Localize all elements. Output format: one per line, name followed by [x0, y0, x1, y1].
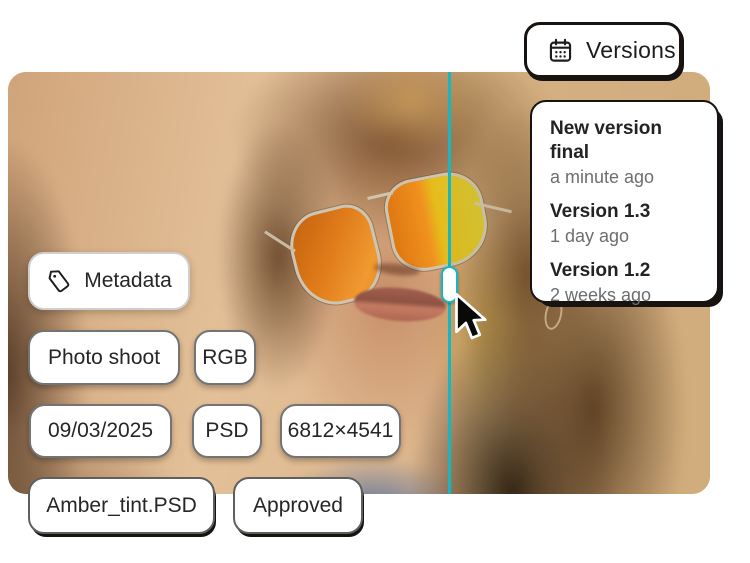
tag-icon — [46, 268, 72, 294]
version-title: Version 1.2 — [550, 259, 705, 283]
pill-dimensions[interactable]: 6812×4541 — [280, 404, 401, 458]
metadata-button-label: Metadata — [84, 269, 172, 293]
versions-button[interactable]: Versions — [524, 22, 682, 78]
pill-photo-shoot[interactable]: Photo shoot — [28, 330, 180, 385]
versions-panel: New version final a minute ago Version 1… — [530, 100, 719, 303]
cursor-icon — [446, 293, 492, 343]
calendar-icon — [547, 37, 574, 64]
pill-date[interactable]: 09/03/2025 — [29, 404, 172, 458]
pill-file-name[interactable]: Amber_tint.PSD — [28, 477, 215, 534]
version-title: Version 1.3 — [550, 200, 705, 224]
version-title: New version final — [550, 117, 705, 165]
pill-color-mode[interactable]: RGB — [194, 330, 256, 385]
version-time: 1 day ago — [550, 224, 705, 248]
version-item[interactable]: Version 1.2 2 weeks ago — [550, 259, 705, 307]
screenshot-stage: Versions New version final a minute ago … — [0, 0, 750, 563]
version-item[interactable]: New version final a minute ago — [550, 117, 705, 189]
pill-status-approved[interactable]: Approved — [233, 477, 363, 534]
metadata-button[interactable]: Metadata — [28, 252, 190, 310]
version-item[interactable]: Version 1.3 1 day ago — [550, 200, 705, 248]
pill-file-type[interactable]: PSD — [192, 404, 262, 458]
version-time: a minute ago — [550, 165, 705, 189]
versions-button-label: Versions — [586, 37, 676, 64]
version-time: 2 weeks ago — [550, 283, 705, 307]
